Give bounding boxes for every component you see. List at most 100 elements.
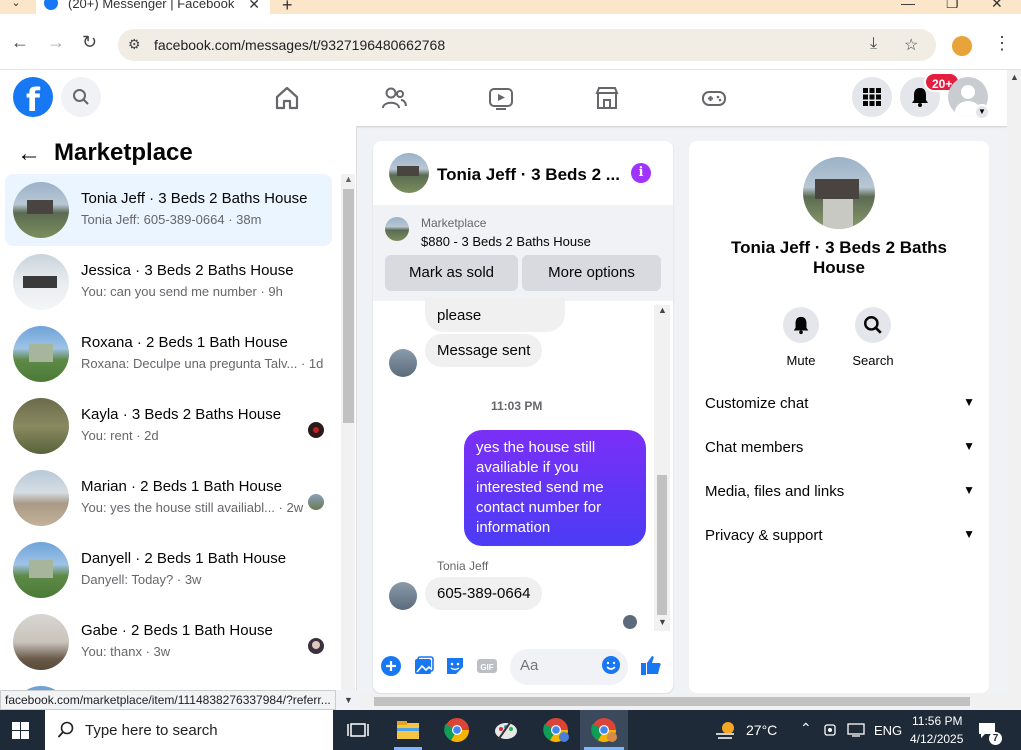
mark-as-sold-button[interactable]: Mark as sold (385, 255, 518, 291)
close-window-icon[interactable]: ✕ (991, 0, 1003, 12)
task-view-icon[interactable] (344, 716, 372, 744)
reload-icon[interactable]: ↻ (82, 32, 97, 53)
chat-members-row[interactable]: Chat members ▼ (705, 425, 975, 469)
conversation-item[interactable]: Jessica · 3 Beds 2 Baths House You: can … (5, 246, 332, 318)
url-text[interactable]: facebook.com/messages/t/9327196480662768 (154, 37, 445, 53)
facebook-favicon-icon (44, 0, 58, 10)
chevron-down-icon: ▼ (963, 439, 975, 453)
privacy-support-row[interactable]: Privacy & support ▼ (705, 513, 975, 557)
listing-title[interactable]: $880 - 3 Beds 2 Baths House (421, 234, 591, 249)
chevron-down-icon: ▼ (963, 483, 975, 497)
message-bubble-incoming[interactable]: Message sent (425, 334, 543, 367)
meet-now-icon[interactable] (823, 722, 839, 738)
media-files-links-row[interactable]: Media, files and links ▼ (705, 469, 975, 513)
message-bubble-incoming[interactable]: 605-389-0664 (425, 577, 543, 610)
photo-icon[interactable] (413, 655, 435, 677)
conversation-snippet: Danyell: Today? · 3w (81, 572, 202, 587)
conversation-item[interactable]: Marian · 2 Beds 1 Bath House You: yes th… (5, 462, 332, 534)
scrollbar-thumb[interactable] (343, 189, 354, 423)
scrollbar-thumb[interactable] (657, 475, 667, 615)
svg-text:GIF: GIF (480, 663, 493, 672)
file-explorer-icon[interactable] (394, 716, 422, 744)
conversation-item[interactable]: Kayla · 3 Beds 2 Baths House You: rent ·… (5, 390, 332, 462)
facebook-search-button[interactable] (61, 77, 101, 117)
home-icon[interactable] (273, 84, 301, 112)
sticker-icon[interactable] (444, 655, 466, 677)
network-icon[interactable] (847, 723, 865, 737)
conversation-snippet: You: can you send me number · 9h (81, 284, 283, 299)
message-bubble-incoming[interactable]: please (425, 297, 565, 332)
more-options-button[interactable]: More options (522, 255, 661, 291)
tab-search-icon[interactable]: ⌄ (6, 0, 26, 10)
chrome-profile-icon[interactable] (542, 716, 570, 744)
conversation-snippet: Tonia Jeff: 605-389-0664 · 38m (81, 212, 262, 227)
scroll-up-icon[interactable]: ▲ (1010, 72, 1019, 82)
conversation-item[interactable]: Tonia Jeff · 3 Beds 2 Baths House Tonia … (5, 174, 332, 246)
chevron-down-icon: ▼ (963, 527, 975, 541)
conversation-item[interactable] (5, 678, 332, 690)
plus-icon[interactable] (380, 655, 402, 677)
input-language[interactable]: ENG (874, 723, 902, 738)
taskbar-search-box[interactable]: Type here to search (45, 710, 333, 750)
conversation-item[interactable]: Roxana · 2 Beds 1 Bath House Roxana: Dec… (5, 318, 332, 390)
gaming-icon[interactable] (700, 84, 728, 112)
maximize-icon[interactable]: ❐ (946, 0, 959, 12)
address-bar[interactable]: ⚙ facebook.com/messages/t/93271964806627… (118, 29, 936, 61)
facebook-logo[interactable]: f (13, 77, 53, 119)
weather-icon[interactable] (714, 720, 738, 740)
mute-button[interactable]: Mute (771, 307, 831, 368)
page-vertical-scrollbar[interactable]: ▲ (1007, 70, 1021, 708)
chrome-icon[interactable] (443, 716, 471, 744)
facebook-header: f 20+ (0, 70, 1021, 126)
account-caret-icon[interactable]: ▼ (974, 104, 990, 120)
emoji-icon[interactable] (601, 655, 621, 675)
chat-scrollbar[interactable]: ▲ ▼ (654, 305, 670, 631)
install-app-icon[interactable]: ⤓ (870, 35, 877, 53)
gif-icon[interactable]: GIF (476, 655, 498, 677)
info-icon[interactable]: i (631, 163, 651, 183)
conversation-avatar (803, 157, 875, 229)
conversation-snippet: Roxana: Deculpe una pregunta Talv... · 1… (81, 356, 324, 371)
scroll-down-icon[interactable]: ▼ (344, 695, 353, 705)
scroll-up-icon[interactable]: ▲ (344, 174, 353, 184)
conversation-name: Marian · 2 Beds 1 Bath House (81, 478, 282, 495)
clock-date[interactable]: 4/12/2025 (910, 732, 963, 746)
browser-menu-icon[interactable]: ⋮ (993, 33, 1011, 54)
scroll-down-icon[interactable]: ▼ (658, 617, 667, 627)
scroll-up-icon[interactable]: ▲ (658, 305, 667, 315)
scrollbar-thumb[interactable] (374, 697, 970, 706)
link-status-bar: facebook.com/marketplace/item/1114838276… (0, 690, 336, 710)
profile-avatar-icon[interactable] (952, 36, 972, 56)
listing-thumbnail (13, 398, 69, 454)
conversation-name: Roxana · 2 Beds 1 Bath House (81, 334, 288, 351)
back-icon[interactable]: ← (11, 32, 29, 53)
chat-header[interactable]: Tonia Jeff · 3 Beds 2 ... i (373, 141, 673, 205)
conversation-item[interactable]: Danyell · 2 Beds 1 Bath House Danyell: T… (5, 534, 332, 606)
site-info-icon[interactable]: ⚙ (128, 36, 141, 53)
video-icon[interactable] (487, 84, 515, 112)
weather-temp[interactable]: 27°C (746, 722, 777, 738)
marketplace-icon[interactable] (593, 84, 621, 112)
bookmark-star-icon[interactable]: ☆ (904, 35, 918, 55)
message-input[interactable] (520, 657, 590, 674)
clock-time[interactable]: 11:56 PM (912, 714, 962, 728)
browser-tab[interactable]: (20+) Messenger | Facebook ✕ (36, 0, 270, 14)
minimize-icon[interactable]: — (901, 0, 915, 11)
conversation-item[interactable]: Gabe · 2 Beds 1 Bath House You: thanx · … (5, 606, 332, 678)
customize-chat-row[interactable]: Customize chat ▼ (705, 381, 975, 425)
paint-app-icon[interactable] (492, 716, 520, 744)
like-icon[interactable] (639, 653, 663, 677)
message-bubble-outgoing[interactable]: yes the house still availiable if you in… (464, 430, 646, 546)
friends-icon[interactable] (380, 84, 408, 112)
close-tab-icon[interactable]: ✕ (248, 0, 260, 13)
windows-start-icon[interactable] (12, 722, 29, 739)
back-arrow-icon[interactable]: ← (17, 140, 41, 168)
page-horizontal-scrollbar[interactable] (360, 694, 1021, 708)
conversation-list-scrollbar[interactable]: ▲ (341, 174, 355, 690)
chrome-active-icon[interactable] (590, 716, 618, 744)
search-conversation-button[interactable]: Search (843, 307, 903, 368)
menu-grid-button[interactable] (852, 77, 892, 117)
conversation-snippet: You: yes the house still availiabl... · … (81, 500, 304, 515)
forward-icon[interactable]: → (47, 32, 65, 53)
tray-chevron-icon[interactable]: ⌃ (800, 720, 812, 737)
